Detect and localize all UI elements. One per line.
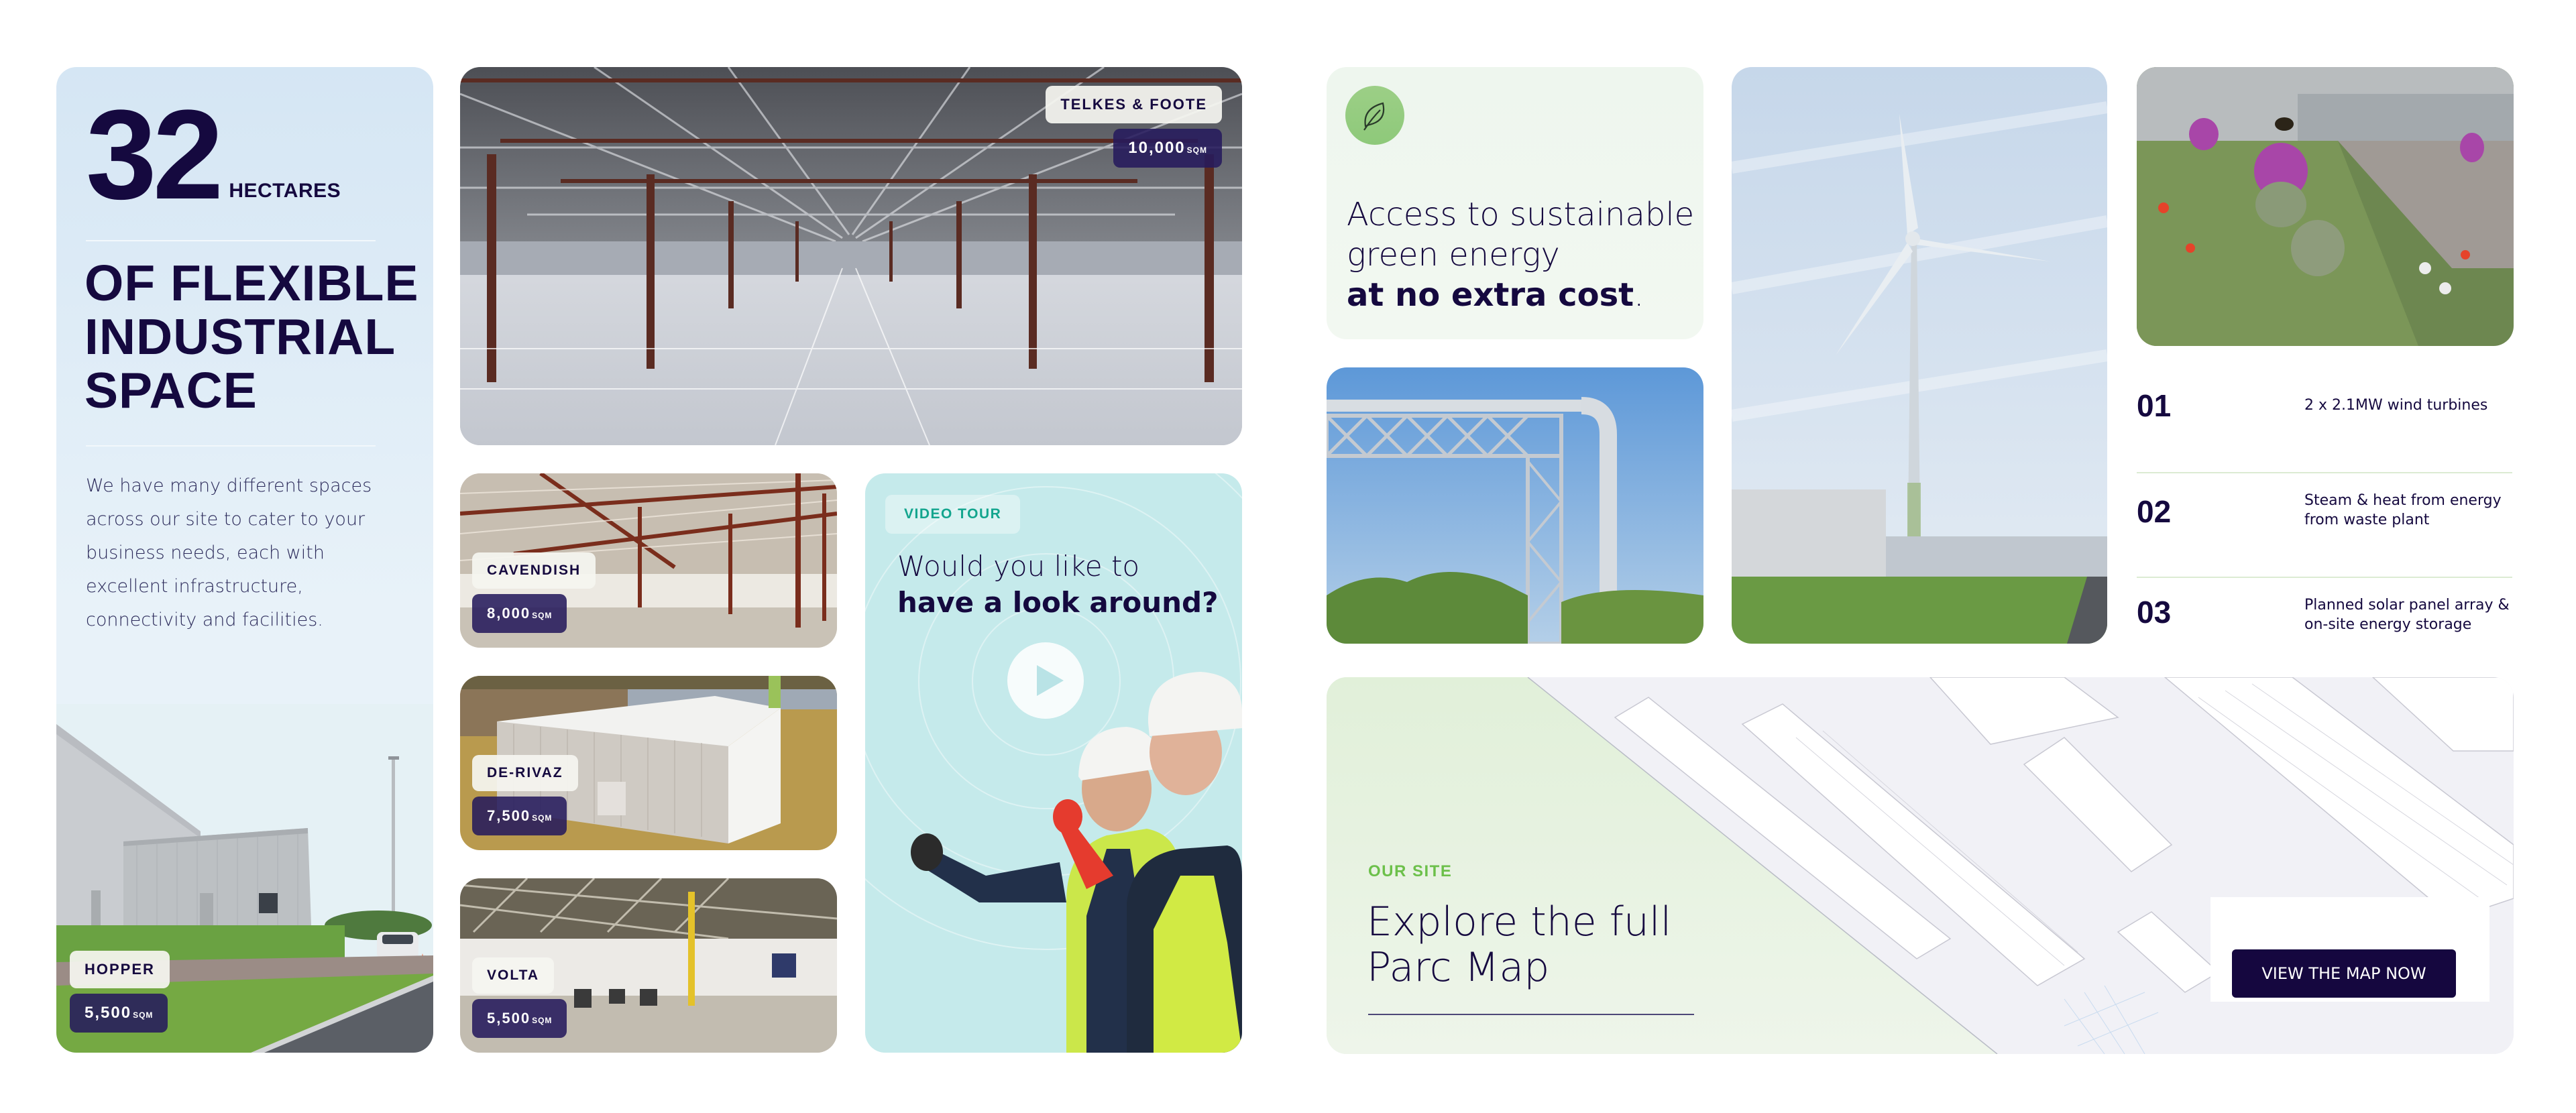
unit-card-de-rivaz[interactable]: DE-RIVAZ 7,500 SQM bbox=[460, 676, 837, 850]
unit-tag: VOLTA 5,500 SQM bbox=[472, 957, 567, 1038]
feature-item: 02 Steam & heat from energy from waste p… bbox=[2137, 473, 2512, 578]
steam-pipe-photo bbox=[1327, 367, 1703, 644]
map-title-line2: Parc Map bbox=[1367, 944, 1550, 991]
unit-card-telkes-foote[interactable]: TELKES & FOOTE 10,000 SQM bbox=[460, 67, 1242, 445]
unit-size: 7,500 SQM bbox=[472, 797, 567, 835]
green-energy-line2: green energy bbox=[1347, 236, 1560, 274]
unit-card-cavendish[interactable]: CAVENDISH 8,000 SQM bbox=[460, 473, 837, 648]
hero-description: We have many different spaces across our… bbox=[86, 475, 372, 630]
hectares-number: 32 bbox=[86, 84, 223, 226]
video-question-line1: Would you like to bbox=[897, 550, 1140, 583]
headline-line: SPACE bbox=[85, 362, 258, 418]
feature-number: 02 bbox=[2137, 494, 2172, 529]
play-icon[interactable] bbox=[1007, 642, 1084, 719]
headline-line: INDUSTRIAL bbox=[85, 308, 396, 365]
video-question-line2: have a look around? bbox=[897, 586, 1219, 619]
feature-item: 01 2 x 2.1MW wind turbines bbox=[2137, 369, 2512, 473]
feature-number: 01 bbox=[2137, 388, 2172, 423]
unit-tag: DE-RIVAZ 7,500 SQM bbox=[472, 755, 578, 835]
divider bbox=[1368, 1014, 1694, 1015]
video-tour-label: VIDEO TOUR bbox=[885, 495, 1021, 534]
unit-size: 5,500 SQM bbox=[472, 999, 567, 1038]
unit-name: CAVENDISH bbox=[472, 552, 596, 589]
feature-item: 03 Planned solar panel array & on-site e… bbox=[2137, 578, 2512, 683]
unit-tag: CAVENDISH 8,000 SQM bbox=[472, 552, 596, 633]
divider bbox=[86, 445, 376, 447]
parc-map-card: OUR SITE Explore the full Parc Map VIEW … bbox=[1327, 677, 2514, 1054]
wind-turbine-photo bbox=[1732, 67, 2107, 644]
feature-number: 03 bbox=[2137, 595, 2172, 630]
hectares-stat: 32 HECTARES bbox=[86, 84, 341, 226]
unit-name: VOLTA bbox=[472, 957, 555, 994]
hero-card: 32 HECTARES OF FLEXIBLE INDUSTRIAL SPACE… bbox=[56, 67, 433, 1053]
hero-headline: OF FLEXIBLE INDUSTRIAL SPACE bbox=[85, 256, 419, 417]
feature-text: Planned solar panel array & on-site ener… bbox=[2304, 597, 2510, 633]
unit-size: 5,500 SQM bbox=[70, 994, 168, 1033]
energy-features-list: 01 2 x 2.1MW wind turbines 02 Steam & he… bbox=[2137, 369, 2512, 683]
map-title-line1: Explore the full bbox=[1367, 898, 1672, 945]
unit-name: HOPPER bbox=[70, 951, 170, 988]
our-site-label: OUR SITE bbox=[1368, 862, 1453, 880]
feature-text: 2 x 2.1MW wind turbines bbox=[2304, 397, 2488, 414]
green-energy-line3: at no extra cost. bbox=[1347, 276, 1644, 314]
unit-size: 8,000 SQM bbox=[472, 594, 567, 633]
unit-name: TELKES & FOOTE bbox=[1046, 86, 1222, 123]
leaf-icon bbox=[1345, 86, 1404, 145]
headline-line: OF FLEXIBLE bbox=[85, 255, 419, 311]
unit-tag-hopper[interactable]: HOPPER 5,500 SQM bbox=[70, 951, 170, 1033]
wildflower-thistle-photo bbox=[2137, 67, 2514, 346]
unit-name: DE-RIVAZ bbox=[472, 755, 578, 791]
green-energy-card: Access to sustainable green energy at no… bbox=[1327, 67, 1703, 339]
hectares-unit: HECTARES bbox=[229, 180, 341, 202]
feature-text: Steam & heat from energy from waste plan… bbox=[2304, 492, 2502, 528]
green-energy-line1: Access to sustainable bbox=[1347, 196, 1695, 233]
video-tour-card[interactable]: VIDEO TOUR Would you like to have a look… bbox=[865, 473, 1242, 1053]
divider bbox=[86, 240, 376, 241]
unit-card-volta[interactable]: VOLTA 5,500 SQM bbox=[460, 878, 837, 1053]
view-map-button[interactable]: VIEW THE MAP NOW bbox=[2232, 949, 2456, 998]
unit-tag: TELKES & FOOTE 10,000 SQM bbox=[1046, 86, 1222, 168]
unit-size: 10,000 SQM bbox=[1113, 129, 1222, 168]
